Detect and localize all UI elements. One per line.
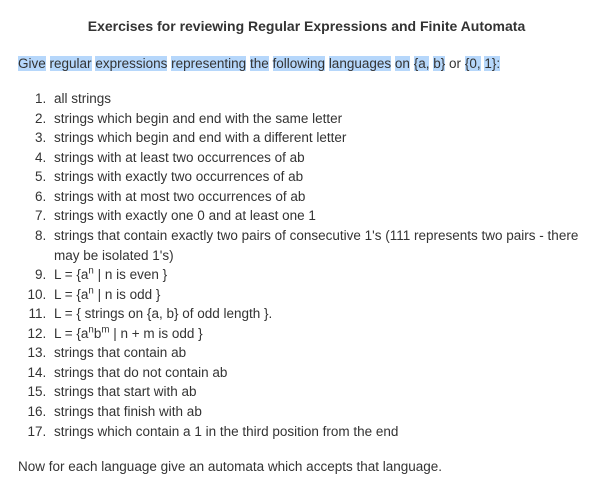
hl-word: {a, [414, 56, 430, 71]
list-item: all strings [50, 89, 595, 109]
list-item: strings with at least two occurrences of… [50, 148, 595, 168]
hl-word: {0, [465, 56, 481, 71]
exercise-document: Exercises for reviewing Regular Expressi… [0, 0, 613, 492]
instruction-line: Give regular expressions representing th… [18, 56, 595, 71]
text: | n is odd } [94, 287, 161, 302]
word: or [449, 56, 461, 71]
list-item: L = {anbm | n + m is odd } [50, 324, 595, 344]
list-item: strings which begin and end with the sam… [50, 109, 595, 129]
exercise-list: all strings strings which begin and end … [18, 89, 595, 441]
list-item: strings that contain ab [50, 343, 595, 363]
hl-word: the [250, 56, 269, 71]
text: L = {a [54, 287, 88, 302]
hl-word: on [395, 56, 410, 71]
hl-word: representing [171, 56, 246, 71]
list-item: strings which begin and end with a diffe… [50, 128, 595, 148]
list-item: strings that contain exactly two pairs o… [50, 226, 595, 265]
text: L = {a [54, 326, 88, 341]
list-item: strings with exactly one 0 and at least … [50, 206, 595, 226]
list-item: strings that do not contain ab [50, 363, 595, 383]
list-item: strings that start with ab [50, 382, 595, 402]
page-title: Exercises for reviewing Regular Expressi… [18, 18, 595, 34]
text: | n + m is odd } [109, 326, 202, 341]
hl-word: Give [18, 56, 46, 71]
list-item: L = {an | n is even } [50, 265, 595, 285]
hl-word: languages [329, 56, 391, 71]
text: | n is even } [94, 267, 167, 282]
list-item: strings that finish with ab [50, 402, 595, 422]
hl-word: expressions [95, 56, 167, 71]
hl-word: 1}: [484, 56, 500, 71]
hl-word: regular [50, 56, 92, 71]
list-item: strings with exactly two occurrences of … [50, 167, 595, 187]
list-item: L = {an | n is odd } [50, 285, 595, 305]
hl-word: b} [433, 56, 445, 71]
list-item: strings with at most two occurrences of … [50, 187, 595, 207]
list-item: L = { strings on {a, b} of odd length }. [50, 304, 595, 324]
list-item: strings which contain a 1 in the third p… [50, 422, 595, 442]
closing-instruction: Now for each language give an automata w… [18, 459, 595, 474]
text: L = {a [54, 267, 88, 282]
hl-word: following [273, 56, 326, 71]
